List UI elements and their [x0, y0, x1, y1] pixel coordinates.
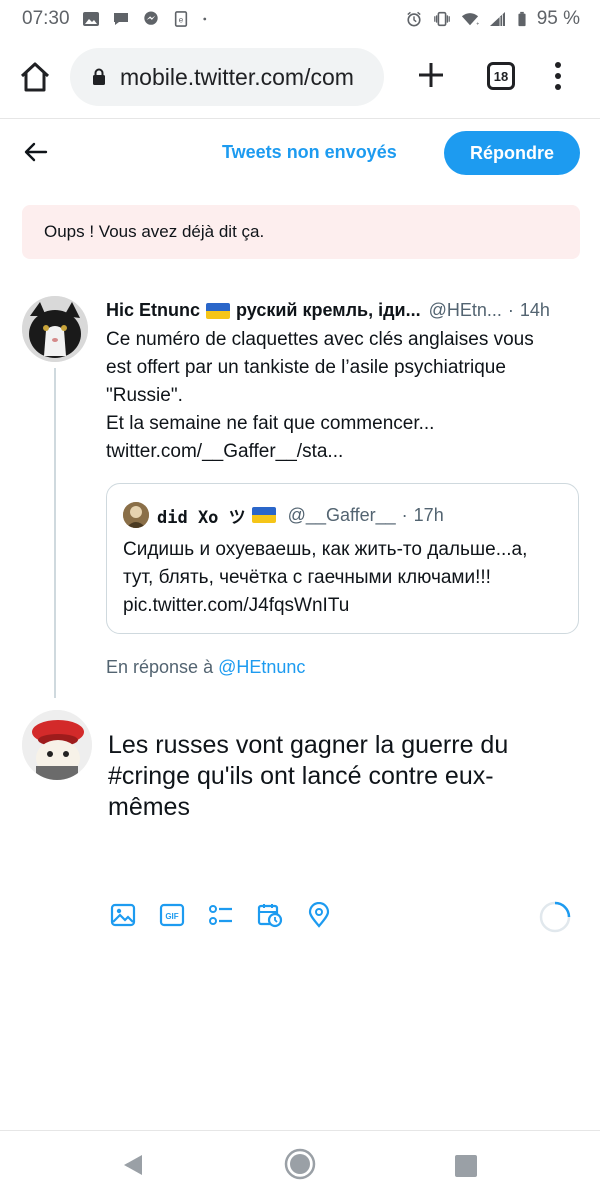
location-icon[interactable] [306, 902, 332, 928]
chat-notification-icon [113, 13, 128, 25]
author-handle[interactable]: @HEtn... [429, 300, 502, 321]
tweet-text-line: est offert par un tankiste de l’asile ps… [106, 357, 506, 378]
original-tweet-text: Ce numéro de claquettes avec clés anglai… [106, 326, 586, 466]
tab-switcher-button[interactable]: 18 [487, 62, 515, 90]
more-notifications-dot-icon [202, 17, 206, 21]
nav-divider [0, 1130, 600, 1131]
tweet-text-line: Ce numéro de claquettes avec clés anglai… [106, 329, 534, 350]
error-message: Oups ! Vous avez déjà dit ça. [44, 222, 265, 241]
messenger-notification-icon [143, 11, 158, 25]
svg-text:+: + [476, 21, 479, 27]
drafts-link[interactable]: Tweets non envoyés [222, 142, 397, 163]
poll-icon[interactable] [208, 902, 234, 928]
nav-recents-icon[interactable] [455, 1155, 477, 1177]
reply-button[interactable]: Répondre [444, 131, 580, 175]
quoted-tweet-text: Сидишь и охуеваешь, как жить-то дальше..… [123, 536, 573, 620]
author-avatar[interactable] [22, 296, 88, 362]
svg-text:e: e [178, 16, 183, 25]
battery-icon [518, 11, 526, 27]
compose-toolbar: GIF [108, 901, 588, 934]
reply-context: En réponse à @HEtnunc [106, 657, 305, 678]
error-banner: Oups ! Vous avez déjà dit ça. [22, 205, 580, 259]
quoted-pic-link: pic.twitter.com/J4fqsWnITu [123, 595, 350, 616]
back-arrow-icon[interactable] [22, 138, 50, 166]
tweet-compose-input[interactable]: Les russes vont gagner la guerre du #cri… [108, 730, 578, 823]
reply-context-prefix: En réponse à [106, 657, 214, 677]
thread-line [54, 368, 56, 698]
ukraine-flag-icon [206, 302, 231, 319]
quoted-author-avatar [123, 502, 149, 528]
ukraine-flag-icon [251, 507, 276, 523]
url-bar[interactable]: mobile.twitter.com/com [70, 48, 384, 106]
quoted-author-name: did Xo ツ [157, 507, 246, 528]
quoted-tweet-header: did Xo ツ @__Gaffer__ · 17h [123, 502, 444, 528]
quoted-tweet-card[interactable]: did Xo ツ @__Gaffer__ · 17h Сидишь и охуе… [106, 483, 579, 634]
quoted-text-line: Сидишь и охуеваешь, как жить-то дальше..… [123, 539, 528, 560]
author-name[interactable]: Hic Etnunc [106, 300, 200, 321]
my-avatar-image [22, 710, 92, 780]
image-icon[interactable] [110, 902, 136, 928]
lock-icon [93, 68, 105, 85]
tweet-time[interactable]: 14h [520, 300, 550, 321]
separator-dot: · [507, 300, 514, 320]
quoted-author-handle: @__Gaffer__ [287, 504, 396, 525]
nav-home-icon[interactable] [284, 1148, 316, 1180]
quoted-text-line: тут, блять, чечётка с гаечными ключами!!… [123, 567, 491, 588]
browser-toolbar: mobile.twitter.com/com 18 [0, 46, 600, 108]
new-tab-icon[interactable] [416, 60, 446, 90]
cat-avatar-image [22, 296, 88, 362]
gallery-notification-icon [82, 12, 99, 26]
compose-text-line: Les russes vont gagner la guerre du [108, 731, 509, 759]
home-icon[interactable] [18, 60, 52, 94]
status-bar: 07:30 e + 95 % [0, 0, 600, 38]
gif-label: GIF [165, 912, 178, 921]
tweet-link[interactable]: twitter.com/__Gaffer__/sta... [106, 438, 586, 466]
quoted-tweet-time: 17h [413, 504, 444, 525]
author-name-suffix[interactable]: руский кремль, іди... [236, 300, 421, 321]
battery-percent: 95 % [536, 8, 580, 29]
signal-icon [489, 12, 505, 26]
browser-divider [0, 118, 600, 119]
nav-back-icon[interactable] [120, 1152, 146, 1178]
url-text: mobile.twitter.com/com [120, 63, 354, 90]
tweet-text-line: Et la semaine ne fait que commencer... [106, 413, 435, 434]
more-options-icon[interactable] [552, 60, 564, 92]
tweet-text-line: "Russie". [106, 385, 183, 406]
status-time: 07:30 [22, 8, 70, 29]
vibrate-icon [433, 11, 450, 27]
character-count-ring-icon [539, 901, 571, 933]
wifi-icon: + [461, 13, 479, 27]
schedule-icon[interactable] [257, 902, 283, 928]
separator-dot: · [401, 504, 408, 525]
reply-context-handle[interactable]: @HEtnunc [218, 657, 305, 677]
app-notification-icon: e [174, 11, 187, 27]
original-tweet-header: Hic Etnunc руский кремль, іди... @HEtn..… [106, 300, 586, 321]
compose-text-line: #cringe qu'ils ont lancé contre eux- [108, 762, 494, 790]
gif-icon[interactable]: GIF [159, 902, 185, 928]
compose-text-line: mêmes [108, 793, 190, 821]
my-avatar[interactable] [22, 710, 92, 780]
alarm-icon [407, 11, 421, 27]
